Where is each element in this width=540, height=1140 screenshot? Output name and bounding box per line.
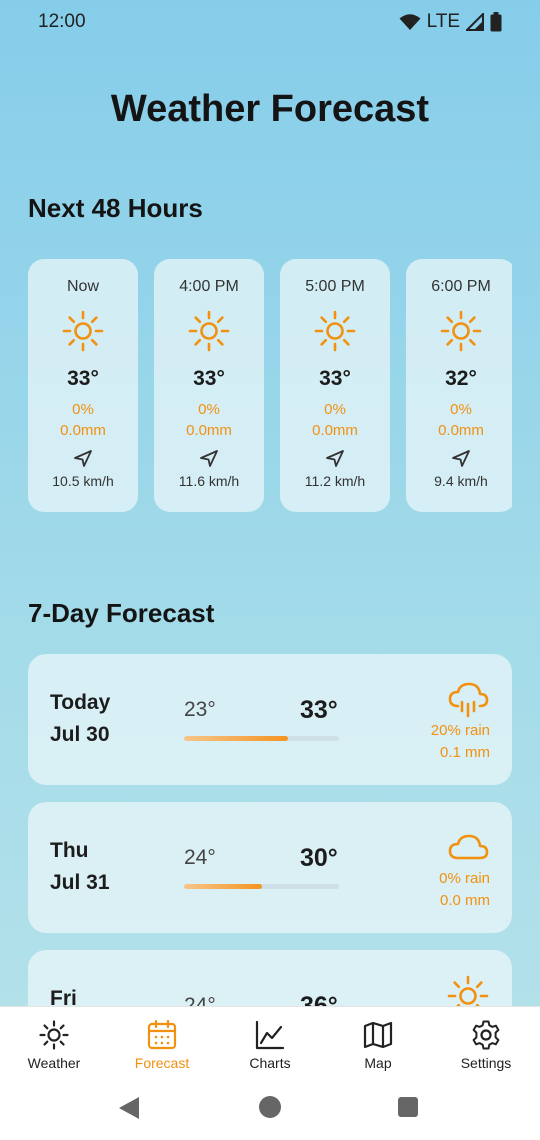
day-name: Today — [50, 691, 111, 714]
nav-item-weather[interactable]: Weather — [0, 1007, 108, 1080]
gear-icon — [470, 1019, 502, 1055]
sun-icon — [446, 974, 490, 1006]
day-date: Jul 30 — [50, 723, 110, 746]
day-name: Thu — [50, 839, 89, 862]
day-date: Jul 31 — [50, 871, 110, 894]
nav-item-map[interactable]: Map — [324, 1007, 432, 1080]
day-low-temp: 23° — [184, 698, 216, 721]
temp-range-fill — [184, 884, 262, 889]
line-chart-icon — [254, 1019, 286, 1055]
nav-item-forecast[interactable]: Forecast — [108, 1007, 216, 1080]
bottom-navigation: Weather Forecast Charts Map Settings — [0, 1006, 540, 1080]
nav-item-label: Forecast — [134, 1055, 190, 1071]
cloud-icon — [446, 826, 490, 870]
map-icon — [362, 1019, 394, 1055]
temp-range-bar — [184, 736, 339, 741]
temp-range-fill — [184, 736, 288, 741]
nav-item-settings[interactable]: Settings — [432, 1007, 540, 1080]
nav-item-label: Map — [364, 1055, 392, 1071]
day-low-temp: 24° — [184, 846, 216, 869]
home-icon[interactable] — [259, 1096, 281, 1118]
day-name: Fri — [50, 987, 77, 1006]
rain-cloud-icon — [446, 678, 490, 722]
nav-item-label: Weather — [27, 1055, 81, 1071]
temp-range-bar — [184, 884, 339, 889]
system-navigation-bar — [0, 1080, 540, 1140]
back-icon[interactable] — [118, 1096, 140, 1120]
sun-outline-icon — [38, 1019, 70, 1055]
day-precip-amount: 0.0 mm — [439, 892, 490, 909]
calendar-icon — [146, 1019, 178, 1055]
day-card[interactable]: Fri 24° 36° — [28, 950, 512, 1006]
day-card[interactable]: Today Jul 30 23° 33° 20% rain 0.1 mm — [28, 654, 512, 785]
day-high-temp: 33° — [300, 696, 338, 724]
daily-forecast-list[interactable]: Today Jul 30 23° 33° 20% rain 0.1 mm Thu Jul 31… — [0, 0, 540, 1006]
day-low-temp: 24° — [184, 994, 216, 1006]
day-precip-amount: 0.1 mm — [439, 744, 490, 761]
nav-item-charts[interactable]: Charts — [216, 1007, 324, 1080]
day-high-temp: 30° — [300, 844, 338, 872]
recent-apps-icon[interactable] — [398, 1097, 418, 1117]
nav-item-label: Charts — [249, 1055, 291, 1071]
day-high-temp: 36° — [300, 992, 338, 1006]
nav-item-label: Settings — [460, 1055, 512, 1071]
day-precip-probability: 0% rain — [439, 870, 490, 887]
day-card[interactable]: Thu Jul 31 24° 30° 0% rain 0.0 mm — [28, 802, 512, 933]
day-precip-probability: 20% rain — [430, 722, 490, 739]
